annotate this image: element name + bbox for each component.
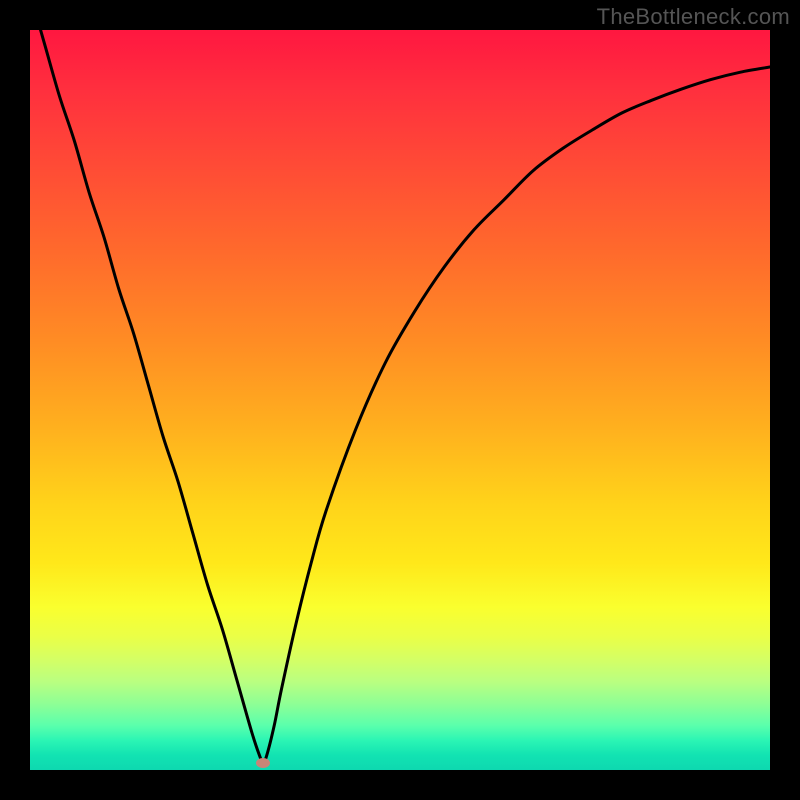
- minimum-marker: [256, 758, 270, 768]
- curve-svg: [30, 30, 770, 770]
- bottleneck-curve: [30, 30, 770, 763]
- watermark-text: TheBottleneck.com: [597, 4, 790, 30]
- chart-frame: TheBottleneck.com: [0, 0, 800, 800]
- plot-area: [30, 30, 770, 770]
